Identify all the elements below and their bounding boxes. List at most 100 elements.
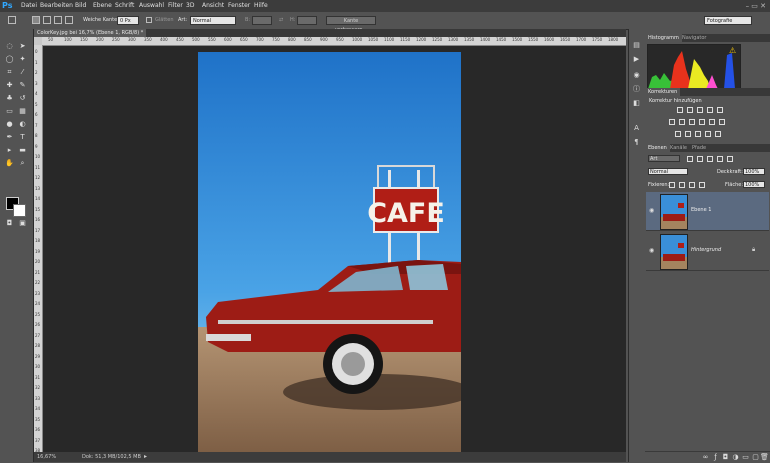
smooth-checkbox[interactable]: [146, 17, 152, 23]
lock-pixels-icon[interactable]: [679, 182, 685, 188]
menu-select[interactable]: Auswahl: [139, 0, 164, 12]
bw-adjust-icon[interactable]: [689, 119, 695, 125]
tab-channels[interactable]: Kanäle: [667, 144, 690, 152]
actions-panel-icon[interactable]: ▶: [632, 55, 641, 64]
menu-view[interactable]: Ansicht: [202, 0, 224, 12]
add-mask-icon[interactable]: ◘: [721, 453, 730, 462]
pen-tool-icon[interactable]: ✒: [5, 133, 14, 142]
menu-help[interactable]: Hilfe: [254, 0, 268, 12]
lock-transparency-icon[interactable]: [669, 182, 675, 188]
magic-wand-icon[interactable]: ✦: [18, 55, 27, 64]
brightness-adjust-icon[interactable]: [677, 107, 683, 113]
layer-filter-select[interactable]: Art: [648, 155, 680, 162]
ruler-horizontal[interactable]: 50 100 150 200 250 300 350 400 450 500 550 600 650 70…: [42, 37, 626, 46]
filter-adjust-icon[interactable]: [697, 156, 703, 162]
history-brush-icon[interactable]: ↺: [18, 94, 27, 103]
new-adjustment-icon[interactable]: ◑: [731, 453, 740, 462]
path-select-icon[interactable]: ▸: [5, 146, 14, 155]
tab-navigator[interactable]: Navigator: [679, 34, 709, 42]
lock-position-icon[interactable]: [689, 182, 695, 188]
gradientmap-adjust-icon[interactable]: [705, 131, 711, 137]
menu-3d[interactable]: 3D: [186, 0, 194, 12]
new-layer-icon[interactable]: ▢: [751, 453, 760, 462]
colorlookup-adjust-icon[interactable]: [719, 119, 725, 125]
background-color-swatch[interactable]: [13, 204, 26, 217]
workspace-select[interactable]: Fotografie: [704, 16, 752, 25]
new-selection-icon[interactable]: [32, 16, 40, 24]
blend-mode-select[interactable]: Normal: [648, 168, 688, 175]
height-input[interactable]: [297, 16, 317, 25]
invert-adjust-icon[interactable]: [675, 131, 681, 137]
stamp-tool-icon[interactable]: ♣: [5, 94, 14, 103]
posterize-adjust-icon[interactable]: [685, 131, 691, 137]
canvas-area[interactable]: CAFE: [43, 46, 626, 452]
status-menu-arrow-icon[interactable]: ▸: [144, 453, 147, 460]
move-tool-icon[interactable]: ➤: [18, 42, 27, 51]
intersect-selection-icon[interactable]: [65, 16, 73, 24]
fill-input[interactable]: 100%: [743, 181, 765, 188]
delete-layer-icon[interactable]: 🗑︎: [760, 453, 769, 462]
type-tool-icon[interactable]: T: [18, 133, 27, 142]
new-group-icon[interactable]: ▭: [741, 453, 750, 462]
style-select[interactable]: Normal: [190, 16, 236, 25]
tab-corrections[interactable]: Korrekturen: [645, 88, 681, 96]
hand-tool-icon[interactable]: ✋: [5, 159, 14, 168]
properties-panel-icon[interactable]: ◉: [632, 71, 641, 80]
paragraph-panel-icon[interactable]: ¶: [632, 138, 641, 147]
threshold-adjust-icon[interactable]: [695, 131, 701, 137]
layer-name[interactable]: Hintergrund: [691, 247, 721, 253]
ruler-vertical[interactable]: 0 1 2 3 4 5 6 7 8 9 10 11 12 13 14 15 16 17 18 19 20 21 22 23 24…: [34, 45, 43, 453]
layer-style-icon[interactable]: ƒ: [711, 453, 720, 462]
vibrance-adjust-icon[interactable]: [717, 107, 723, 113]
photofilter-adjust-icon[interactable]: [699, 119, 705, 125]
gradient-tool-icon[interactable]: ▦: [18, 107, 27, 116]
menu-image[interactable]: Bild: [75, 0, 86, 12]
refine-edge-button[interactable]: Kante verbessern...: [326, 16, 376, 33]
healing-brush-icon[interactable]: ✚: [5, 81, 14, 90]
lasso-tool-icon[interactable]: ◯: [5, 55, 14, 64]
swap-icon[interactable]: ⇄: [279, 17, 283, 23]
filter-shape-icon[interactable]: [717, 156, 723, 162]
width-input[interactable]: [252, 16, 272, 25]
selectivecolor-adjust-icon[interactable]: [715, 131, 721, 137]
marquee-tool-icon[interactable]: ◌: [5, 42, 14, 51]
feather-input[interactable]: 0 Px: [117, 16, 139, 25]
link-layers-icon[interactable]: ∞: [701, 453, 710, 462]
zoom-level[interactable]: 16,67%: [37, 454, 56, 460]
add-selection-icon[interactable]: [43, 16, 51, 24]
lock-all-icon[interactable]: [699, 182, 705, 188]
ruler-origin[interactable]: [34, 37, 42, 45]
crop-tool-icon[interactable]: ⌗: [5, 68, 14, 77]
layer-visibility-eye-icon[interactable]: ◉: [649, 247, 654, 254]
document-size[interactable]: Dok: 51,3 MB/102,5 MB: [82, 454, 141, 460]
hue-adjust-icon[interactable]: [669, 119, 675, 125]
layer-row-background[interactable]: ◉ Hintergrund 🔒︎: [646, 232, 769, 271]
tab-histogram[interactable]: Histogramm: [645, 34, 682, 42]
filter-type-icon[interactable]: [707, 156, 713, 162]
info-panel-icon[interactable]: ⓘ: [632, 85, 641, 94]
eraser-tool-icon[interactable]: ▭: [5, 107, 14, 116]
document-tab[interactable]: ColorKey.jpg bei 16,7% (Ebene 1, RGB/8) …: [34, 29, 146, 44]
zoom-tool-icon[interactable]: ⌕: [18, 159, 27, 168]
history-panel-icon[interactable]: ▤: [632, 41, 641, 50]
opacity-input[interactable]: 100%: [743, 168, 765, 175]
filter-pixel-icon[interactable]: [687, 156, 693, 162]
screen-mode-icon[interactable]: ▣: [18, 219, 27, 228]
marquee-preset-icon[interactable]: [8, 16, 16, 24]
curves-adjust-icon[interactable]: [697, 107, 703, 113]
layer-name[interactable]: Ebene 1: [691, 207, 711, 213]
exposure-adjust-icon[interactable]: [707, 107, 713, 113]
quick-mask-icon[interactable]: ◘: [5, 219, 14, 228]
styles-panel-icon[interactable]: ◧: [632, 99, 641, 108]
blur-tool-icon[interactable]: ●: [5, 120, 14, 129]
document-canvas[interactable]: CAFE: [198, 52, 461, 452]
menu-edit[interactable]: Bearbeiten: [40, 0, 73, 12]
menu-file[interactable]: Datei: [21, 0, 37, 12]
menu-window[interactable]: Fenster: [228, 0, 250, 12]
character-panel-icon[interactable]: A: [632, 124, 641, 133]
levels-adjust-icon[interactable]: [687, 107, 693, 113]
dodge-tool-icon[interactable]: ◐: [18, 120, 27, 129]
histogram-warning-icon[interactable]: ⚠: [729, 46, 736, 55]
layer-visibility-eye-icon[interactable]: ◉: [649, 207, 654, 214]
brush-tool-icon[interactable]: ✎: [18, 81, 27, 90]
